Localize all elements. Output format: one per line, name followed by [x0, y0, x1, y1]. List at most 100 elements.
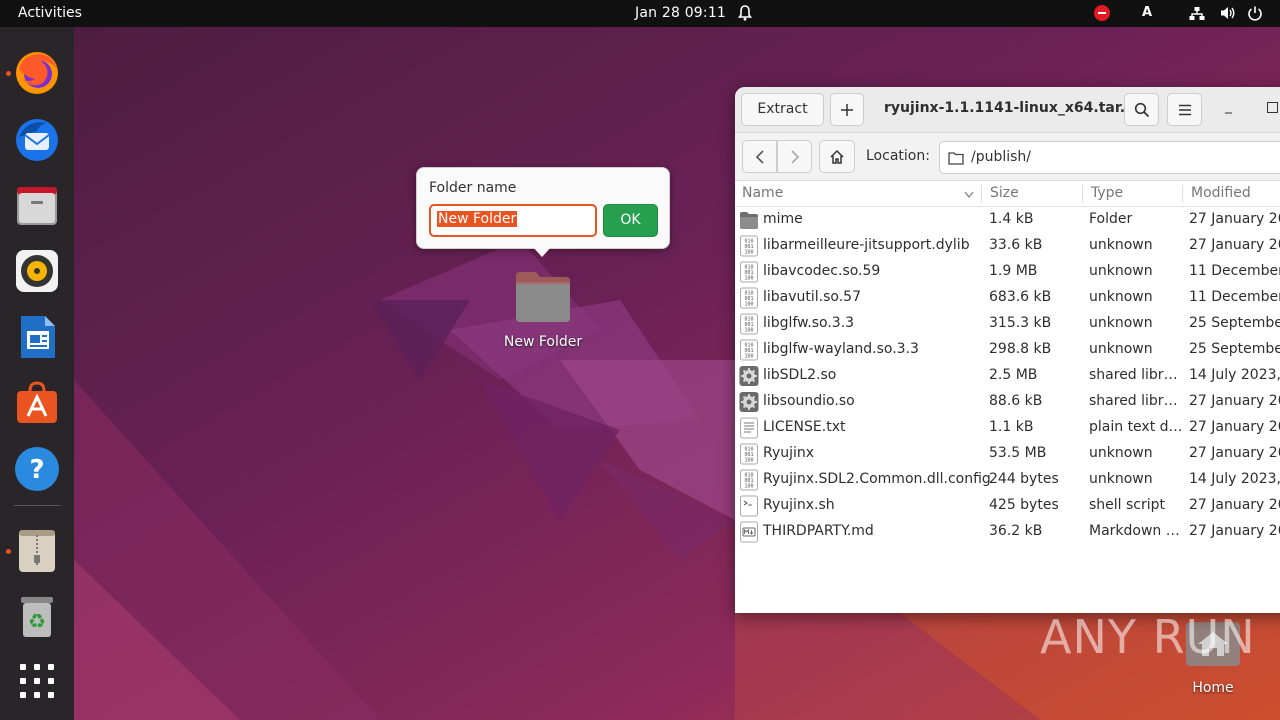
- file-modified: 25 September: [1189, 341, 1280, 357]
- location-label: Location:: [866, 148, 930, 164]
- file-row[interactable]: 010 001 100 Ryujinx 53.5 MB unknown 27 January…: [735, 441, 1280, 467]
- top-bar: Activities Jan 28 09:11 A: [0, 0, 1280, 27]
- add-files-button[interactable]: [830, 93, 864, 126]
- network-icon[interactable]: [1189, 6, 1205, 22]
- file-type: Folder: [1089, 211, 1133, 227]
- search-icon: [1134, 102, 1149, 118]
- archive-manager-icon[interactable]: [13, 527, 61, 575]
- app-grid-icon[interactable]: [13, 657, 61, 705]
- gear-icon: [739, 366, 759, 386]
- file-row[interactable]: 010 001 100 libarmeilleure-jitsupport.dylib…: [735, 233, 1280, 259]
- sort-chevron-down-icon[interactable]: [964, 191, 974, 199]
- column-separator[interactable]: [1182, 185, 1183, 203]
- minimize-button[interactable]: _: [1225, 99, 1239, 115]
- binary-file-icon: 010001100: [740, 287, 758, 309]
- activities-button[interactable]: Activities: [18, 5, 82, 21]
- file-size: 1.4 kB: [989, 211, 1034, 227]
- file-size: 33.6 kB: [989, 237, 1043, 253]
- help-icon[interactable]: ?: [13, 445, 61, 493]
- clock[interactable]: Jan 28 09:11: [635, 5, 726, 21]
- firefox-icon[interactable]: [13, 49, 61, 97]
- file-type: unknown: [1089, 237, 1153, 253]
- plus-icon: [841, 104, 853, 116]
- folder-name-input-value: New Folder: [437, 211, 518, 227]
- running-indicator: [6, 71, 11, 76]
- binary-file-icon: 010001100: [740, 339, 758, 361]
- folder-name-popover: Folder name New Folder OK: [416, 167, 670, 249]
- menu-button[interactable]: [1167, 93, 1202, 126]
- column-separator[interactable]: [1082, 185, 1083, 203]
- file-modified: 14 July 2023, 0: [1189, 471, 1280, 487]
- file-type: unknown: [1089, 263, 1153, 279]
- column-header-name[interactable]: Name: [742, 185, 783, 201]
- hamburger-menu-icon: [1178, 104, 1191, 116]
- column-separator[interactable]: [981, 185, 982, 203]
- column-header-size[interactable]: Size: [990, 185, 1019, 201]
- ok-button[interactable]: OK: [603, 204, 658, 237]
- file-type: unknown: [1089, 315, 1153, 331]
- binary-file-icon: 010001100: [740, 261, 758, 283]
- file-row[interactable]: LICENSE.txt 1.1 kB plain text d… 27 January…: [735, 415, 1280, 441]
- software-icon[interactable]: [13, 379, 61, 427]
- trash-icon[interactable]: ♻: [13, 593, 61, 641]
- rhythmbox-icon[interactable]: [13, 247, 61, 295]
- location-field[interactable]: /publish/: [939, 141, 1280, 174]
- file-name: Ryujinx: [763, 445, 815, 461]
- maximize-button[interactable]: [1267, 102, 1278, 113]
- file-row[interactable]: Ryujinx.sh 425 bytes shell script 27 Januar…: [735, 493, 1280, 519]
- file-name: THIRDPARTY.md: [763, 523, 874, 539]
- volume-icon[interactable]: [1220, 5, 1236, 21]
- keyboard-layout-indicator[interactable]: A: [1142, 5, 1152, 20]
- file-name: libavutil.so.57: [763, 289, 861, 305]
- bell-icon[interactable]: [737, 4, 753, 22]
- writer-icon[interactable]: [13, 313, 61, 361]
- files-icon[interactable]: [13, 181, 61, 229]
- extract-button[interactable]: Extract: [741, 93, 824, 126]
- file-row[interactable]: 010 001 100 libglfw-wayland.so.3.3 298.8 kB u…: [735, 337, 1280, 363]
- binary-file-icon: 010001100: [740, 313, 758, 335]
- svg-text:♻: ♻: [28, 609, 46, 633]
- svg-text:100: 100: [744, 276, 753, 282]
- search-button[interactable]: [1124, 93, 1159, 126]
- file-row[interactable]: libSDL2.so 2.5 MB shared libr… 14 July 2023…: [735, 363, 1280, 389]
- file-type: shared libr…: [1089, 393, 1178, 409]
- file-row[interactable]: 010 001 100 libglfw.so.3.3 315.3 kB unknown 25…: [735, 311, 1280, 337]
- home-button[interactable]: [819, 140, 855, 173]
- file-modified: 27 January 20: [1189, 523, 1280, 539]
- file-size: 53.5 MB: [989, 445, 1047, 461]
- recording-indicator-icon[interactable]: [1094, 5, 1110, 21]
- file-size: 36.2 kB: [989, 523, 1043, 539]
- svg-text:100: 100: [744, 250, 753, 256]
- back-button[interactable]: [742, 140, 777, 173]
- chevron-left-icon: [755, 150, 764, 164]
- running-indicator: [6, 549, 11, 554]
- file-list-header: Name Size Type Modified: [735, 181, 1280, 207]
- file-row[interactable]: 010 001 100 libavcodec.so.59 1.9 MB unknown 11…: [735, 259, 1280, 285]
- desktop-icon-label: Home: [1192, 680, 1234, 696]
- file-row[interactable]: 010 001 100 libavutil.so.57 683.6 kB unknown 1…: [735, 285, 1280, 311]
- file-row[interactable]: libsoundio.so 88.6 kB shared libr… 27 Janua…: [735, 389, 1280, 415]
- desktop-new-folder[interactable]: New Folder: [495, 268, 591, 350]
- file-row[interactable]: THIRDPARTY.md 36.2 kB Markdown … 27 January…: [735, 519, 1280, 545]
- svg-text:100: 100: [744, 328, 753, 334]
- column-header-modified[interactable]: Modified: [1191, 185, 1251, 201]
- desktop-icon-label: New Folder: [503, 334, 583, 350]
- anyrun-watermark: ANY RUN: [1040, 610, 1256, 664]
- file-row[interactable]: mime 1.4 kB Folder 27 January 20: [735, 207, 1280, 233]
- archive-manager-window: Extract ryujinx-1.1.1141-linux_x64.tar..…: [735, 87, 1280, 613]
- forward-button[interactable]: [777, 140, 812, 173]
- file-name: mime: [763, 211, 803, 227]
- file-name: LICENSE.txt: [763, 419, 846, 435]
- file-size: 425 bytes: [989, 497, 1059, 513]
- file-type: shell script: [1089, 497, 1166, 513]
- file-type: unknown: [1089, 471, 1153, 487]
- power-icon[interactable]: [1247, 5, 1263, 21]
- folder-name-input[interactable]: New Folder: [429, 204, 597, 237]
- thunderbird-icon[interactable]: [13, 115, 61, 163]
- file-row[interactable]: 010 001 100 Ryujinx.SDL2.Common.dll.config 2…: [735, 467, 1280, 493]
- binary-file-icon: 010001100: [740, 443, 758, 465]
- file-modified: 27 January 20: [1189, 497, 1280, 513]
- binary-file-icon: 010001100: [740, 469, 758, 491]
- file-modified: 27 January 20: [1189, 419, 1280, 435]
- column-header-type[interactable]: Type: [1091, 185, 1123, 201]
